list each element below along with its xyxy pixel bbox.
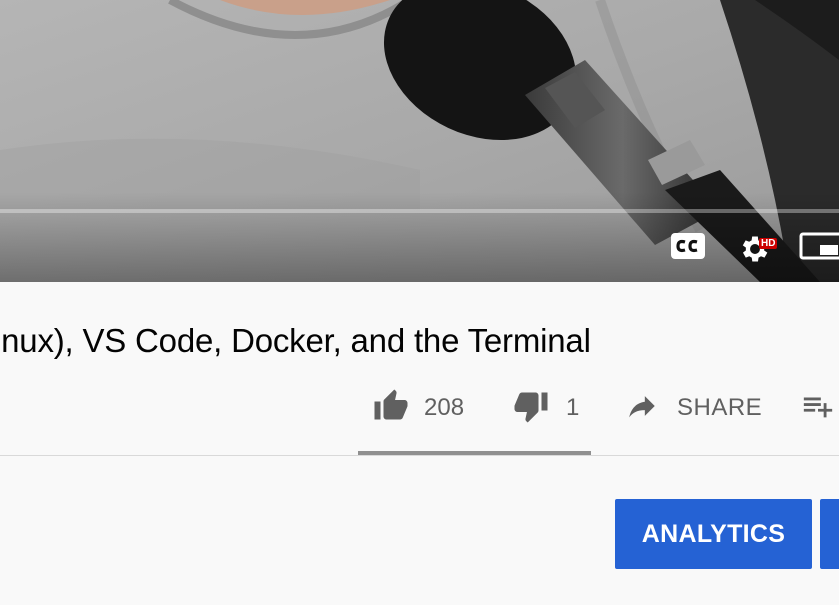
edit-video-button[interactable] [820,499,839,569]
progress-bar[interactable] [0,209,839,213]
share-button[interactable]: SHARE [625,386,762,430]
playlist-add-icon [800,389,836,428]
share-label: SHARE [677,394,763,421]
share-arrow-icon [625,389,659,428]
gear-icon: HD [736,232,778,264]
settings-button[interactable]: HD [734,228,778,268]
thumb-up-icon [372,388,410,429]
video-player[interactable]: HD [0,0,839,282]
hd-badge: HD [759,238,778,249]
video-title: inux), VS Code, Docker, and the Terminal [0,322,591,359]
thumb-down-icon [512,388,550,429]
dislike-count: 1 [566,394,580,421]
analytics-button[interactable]: ANALYTICS [615,499,812,569]
controls-gradient [0,192,839,282]
miniplayer-button[interactable] [798,228,839,268]
miniplayer-icon [798,231,839,266]
closed-captions-icon [670,232,706,265]
dislike-button[interactable]: 1 [512,386,579,430]
divider [0,455,839,456]
like-button[interactable]: 208 [372,386,464,430]
save-to-playlist-button[interactable] [800,386,836,430]
subtitles-button[interactable] [668,228,708,268]
like-count: 208 [424,394,465,421]
